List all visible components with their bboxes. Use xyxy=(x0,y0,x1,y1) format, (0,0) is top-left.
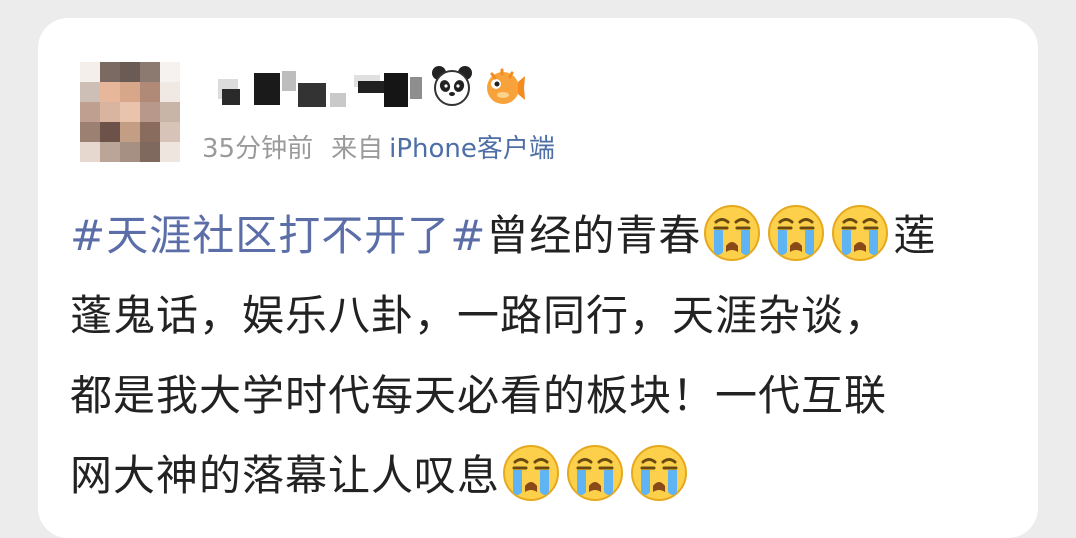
post-text-segment: 蓬鬼话，娱乐八卦，一路同行，天涯杂谈， xyxy=(70,291,888,340)
username-blurred[interactable] xyxy=(218,63,422,109)
post-time: 35分钟前 xyxy=(202,134,314,164)
post-text: #天涯社区打不开了#曾经的青春 莲蓬鬼话，娱乐八卦，一路同行，天涯杂谈， 都是我大… xyxy=(70,196,1010,516)
post-meta: 35分钟前 来自 iPhone客户端 xyxy=(202,128,555,165)
crying-face-icon xyxy=(564,442,626,504)
post-text-segment: 网大神的落幕让人叹息 xyxy=(70,451,501,500)
post-line: 蓬鬼话，娱乐八卦，一路同行，天涯杂谈， xyxy=(70,276,1010,356)
post-card: 35分钟前 来自 iPhone客户端 #天涯社区打不开了#曾经的青春 莲蓬鬼话，… xyxy=(38,18,1038,538)
avatar[interactable] xyxy=(80,62,180,162)
crying-face-icon xyxy=(701,202,763,264)
post-line: #天涯社区打不开了#曾经的青春 莲 xyxy=(70,196,1010,276)
crying-face-icon xyxy=(628,442,690,504)
post-line: 都是我大学时代每天必看的板块！一代互联 xyxy=(70,356,1010,436)
post-text-segment: 莲 xyxy=(893,211,937,260)
post-text-segment: 曾经的青春 xyxy=(486,211,702,260)
panda-icon xyxy=(430,64,474,108)
crying-face-icon xyxy=(765,202,827,264)
crying-face-icon xyxy=(829,202,891,264)
post-source-client[interactable]: iPhone客户端 xyxy=(389,128,555,165)
post-text-segment: 都是我大学时代每天必看的板块！一代互联 xyxy=(70,371,888,420)
crying-face-icon xyxy=(500,442,562,504)
pufferfish-icon xyxy=(482,64,526,108)
post-line: 网大神的落幕让人叹息 xyxy=(70,436,1010,516)
topic-link[interactable]: #天涯社区打不开了# xyxy=(70,211,486,260)
post-source-label: 来自 xyxy=(331,134,384,164)
user-row xyxy=(218,58,526,114)
